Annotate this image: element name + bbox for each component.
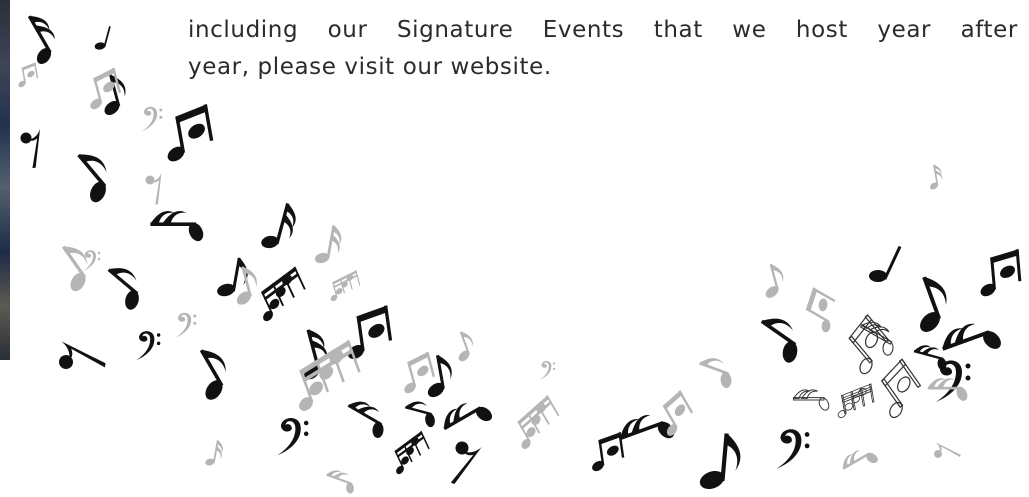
page: including our Signature Events that we h… bbox=[0, 0, 1029, 497]
music-notes-icon bbox=[13, 10, 1023, 497]
